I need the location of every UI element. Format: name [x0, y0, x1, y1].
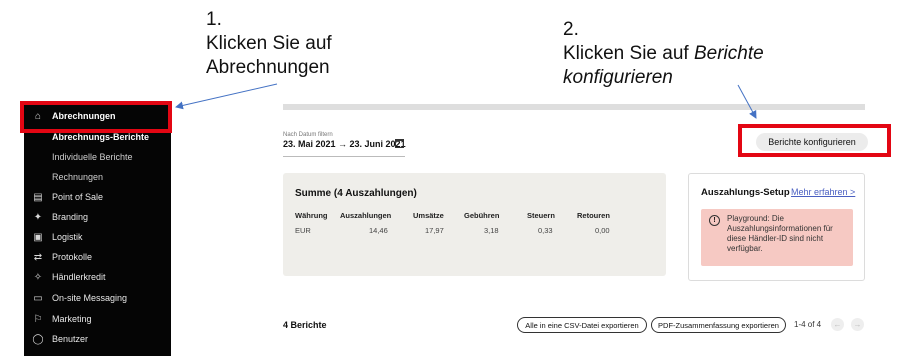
payout-setup-card: Auszahlungs-Setup Mehr erfahren > ! Play…	[688, 173, 865, 281]
top-divider-bar	[283, 104, 865, 110]
megaphone-icon: ⚐	[33, 313, 43, 325]
step-2-line-1: Klicken Sie auf Berichte	[563, 42, 764, 66]
alert-text: Playground: Die Auszahlungsinformationen…	[727, 214, 833, 253]
exchange-icon: ⇄	[33, 251, 43, 263]
summary-cell-currency: EUR	[295, 226, 311, 235]
step-1-line-1: Klicken Sie auf	[206, 33, 332, 54]
step-2-line-1-emphasis: Berichte	[693, 43, 764, 64]
sidebar-item-label: Rechnungen	[52, 172, 104, 182]
step-1-line-2: Abrechnungen	[206, 57, 330, 78]
step-2-line-2: konfigurieren	[563, 66, 764, 90]
sidebar-item-point-of-sale[interactable]: ▤ Point of Sale	[24, 187, 171, 207]
export-csv-button[interactable]: Alle in eine CSV-Datei exportieren	[517, 317, 647, 333]
summary-header-fees: Gebühren	[464, 211, 500, 220]
export-pdf-button[interactable]: PDF-Zusammenfassung exportieren	[651, 317, 786, 333]
next-page-button[interactable]: →	[851, 318, 864, 331]
sidebar-item-label: Marketing	[52, 314, 92, 324]
payout-summary-card: Summe (4 Auszahlungen) Währung Auszahlun…	[283, 173, 666, 276]
sidebar-item-label: Point of Sale	[52, 192, 104, 202]
sidebar-item-label: Benutzer	[52, 334, 89, 344]
date-filter-caption: Nach Datum filtern	[283, 132, 333, 138]
step-1-instruction: 1. Klicken Sie auf Abrechnungen	[206, 8, 332, 80]
box-icon: ▣	[33, 231, 43, 243]
step-2-line-1-prefix: Klicken Sie auf	[563, 43, 694, 64]
learn-more-link[interactable]: Mehr erfahren >	[791, 187, 855, 197]
summary-header-sales: Umsätze	[413, 211, 444, 220]
summary-header-payouts: Auszahlungen	[340, 211, 392, 220]
date-filter-value: 23. Mai 2021 → 23. Juni 2021	[283, 139, 406, 149]
sidebar: ⌂ Abrechnungen Abrechnungs-Berichte Indi…	[24, 103, 171, 356]
date-filter[interactable]: Nach Datum filtern 23. Mai 2021 → 23. Ju…	[283, 132, 406, 157]
previous-page-button[interactable]: ←	[831, 318, 844, 331]
setup-title: Auszahlungs-Setup	[701, 187, 790, 198]
store-icon: ▤	[33, 191, 43, 203]
sidebar-item-benutzer[interactable]: ◯ Benutzer	[24, 329, 171, 349]
sidebar-item-label: Individuelle Berichte	[52, 152, 133, 162]
summary-header-returns: Retouren	[577, 211, 610, 220]
highlight-box-configure-reports	[738, 124, 891, 157]
step-2-line-2-emphasis: konfigurieren	[563, 67, 673, 88]
sidebar-item-individuelle-berichte[interactable]: Individuelle Berichte	[24, 147, 171, 167]
sidebar-item-label: Branding	[52, 212, 89, 222]
step-2-number: 2.	[563, 19, 579, 40]
sidebar-item-haendlerkredit[interactable]: ✧ Händlerkredit	[24, 267, 171, 287]
summary-header-currency: Währung	[295, 211, 328, 220]
message-icon: ▭	[33, 292, 43, 304]
handshake-icon: ✧	[33, 271, 43, 283]
sidebar-item-marketing[interactable]: ⚐ Marketing	[24, 309, 171, 329]
summary-header-taxes: Steuern	[527, 211, 555, 220]
step-1-number: 1.	[206, 9, 222, 30]
summary-cell-taxes: 0,33	[538, 226, 553, 235]
sidebar-item-label: Protokolle	[52, 252, 93, 262]
summary-cell-fees: 3,18	[484, 226, 499, 235]
reports-count: 4 Berichte	[283, 320, 327, 330]
brush-icon: ✦	[33, 211, 43, 223]
playground-alert: ! Playground: Die Auszahlungsinformation…	[701, 209, 853, 266]
sidebar-item-branding[interactable]: ✦ Branding	[24, 207, 171, 227]
sidebar-item-on-site-messaging[interactable]: ▭ On-site Messaging	[24, 288, 171, 308]
summary-cell-sales: 17,97	[425, 226, 444, 235]
info-icon: !	[709, 215, 720, 226]
sidebar-item-protokolle[interactable]: ⇄ Protokolle	[24, 247, 171, 267]
calendar-icon	[395, 139, 404, 148]
sidebar-item-rechnungen[interactable]: Rechnungen	[24, 167, 171, 187]
sidebar-item-label: Logistik	[52, 232, 83, 242]
sidebar-item-label: Abrechnungs-Berichte	[52, 132, 150, 142]
step-2-instruction: 2. Klicken Sie auf Berichte konfiguriere…	[563, 18, 764, 90]
sidebar-item-logistik[interactable]: ▣ Logistik	[24, 227, 171, 247]
sidebar-item-label: Händlerkredit	[52, 272, 106, 282]
highlight-box-abrechnungen	[20, 101, 172, 133]
arrow-to-abrechnungen	[175, 83, 278, 110]
summary-cell-payouts: 14,46	[369, 226, 388, 235]
sidebar-item-label: On-site Messaging	[52, 293, 128, 303]
summary-cell-returns: 0,00	[595, 226, 610, 235]
user-icon: ◯	[32, 333, 44, 345]
pagination-text: 1-4 of 4	[794, 320, 822, 329]
summary-title: Summe (4 Auszahlungen)	[295, 188, 417, 199]
